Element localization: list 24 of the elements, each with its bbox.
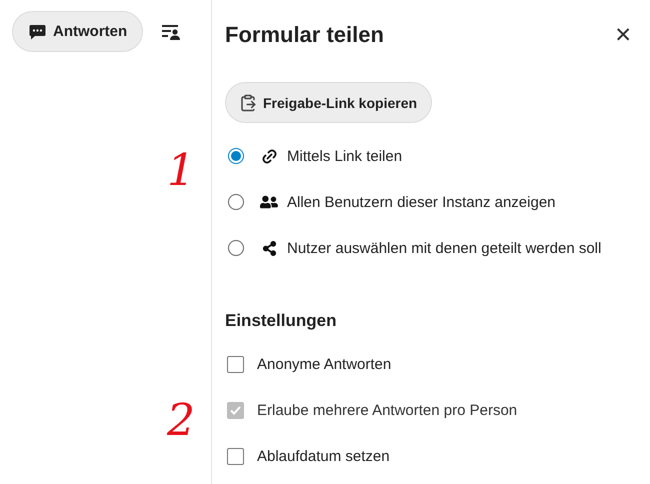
setting-label: Anonyme Antworten xyxy=(257,356,392,372)
handwritten-annotation: 1 xyxy=(167,149,195,193)
setting-label: Erlaube mehrere Antworten pro Person xyxy=(257,402,518,418)
radio-button[interactable] xyxy=(228,148,244,164)
share-icon xyxy=(262,240,276,256)
radio-button[interactable] xyxy=(228,194,244,210)
radio-button[interactable] xyxy=(228,240,244,256)
settings-heading: Einstellungen xyxy=(225,311,338,331)
clipboard-icon xyxy=(239,94,257,112)
option-label: Nutzer auswählen mit denen geteilt werden soll xyxy=(287,240,602,256)
handwritten-annotation: 2 xyxy=(167,399,195,443)
responses-button[interactable]: Antworten xyxy=(12,11,144,52)
close-button[interactable]: ✕ xyxy=(614,24,632,46)
setting-label: Ablaufdatum setzen xyxy=(257,448,390,464)
checkbox[interactable] xyxy=(227,448,244,464)
option-label: Allen Benutzern dieser Instanz anzeigen xyxy=(287,194,556,210)
panel-title: Formular teilen xyxy=(225,22,384,48)
checkbox[interactable] xyxy=(227,356,244,372)
filter-users-icon[interactable] xyxy=(161,23,182,41)
users-icon xyxy=(260,193,278,211)
copy-link-button[interactable]: Freigabe-Link kopieren xyxy=(225,82,432,123)
check-icon xyxy=(230,406,241,414)
option-label: Mittels Link teilen xyxy=(287,148,402,164)
chat-icon xyxy=(29,24,46,40)
